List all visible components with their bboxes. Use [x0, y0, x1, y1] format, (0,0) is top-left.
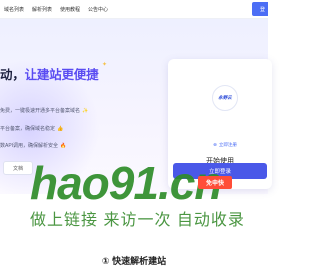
hero-title-highlight: 让建站更便捷: [24, 68, 99, 82]
nav-login-button[interactable]: 登: [252, 2, 268, 16]
watermark-logo: hao91.cn: [30, 157, 222, 209]
fire-icon: 🔥: [60, 143, 67, 149]
feature-item: 数API调用，确保解析安全 🔥: [0, 142, 66, 149]
watermark-slogan: 做上链接 来访一次 自动收录: [30, 212, 245, 229]
user-plus-icon: ⊕: [213, 142, 217, 147]
feature-item: 平台备案，确保域名稳定 👍: [0, 125, 63, 132]
thumbs-up-icon: 👍: [57, 126, 64, 132]
sparkle-icon: ✦: [102, 62, 108, 68]
brand-logo: 永野云: [212, 85, 238, 111]
section-title: ① 快速解析建站: [0, 254, 268, 267]
top-navbar: 域名列表 解析列表 使用教程 公告中心 登: [0, 0, 268, 19]
nav-dns-list[interactable]: 解析列表: [32, 6, 52, 13]
hero-actions: 文档: [0, 161, 33, 175]
register-link[interactable]: ⊕ 立即注册: [204, 140, 246, 150]
feature-item: 免费，一键极速开通多平台备案域名 ✨: [0, 107, 88, 114]
section-title-text: 快速解析建站: [112, 256, 167, 266]
section-number: ①: [101, 256, 110, 266]
feature-text: 数API调用，确保解析安全: [0, 143, 59, 149]
nav-domain-list[interactable]: 域名列表: [4, 6, 24, 13]
sparkles-icon: ✨: [82, 108, 89, 114]
feature-text: 免费，一键极速开通多平台备案域名: [0, 108, 81, 114]
register-label: 立即注册: [218, 142, 237, 147]
nav-announcements[interactable]: 公告中心: [88, 6, 108, 13]
free-badge: 免申快: [198, 176, 232, 189]
feature-text: 平台备案，确保域名稳定: [0, 126, 56, 132]
hero-title: 动，让建站更便捷: [0, 64, 99, 83]
nav-tutorial[interactable]: 使用教程: [60, 6, 80, 13]
watermark-logo-main: hao91: [30, 157, 159, 209]
brand-logo-text: 永野云: [218, 95, 232, 100]
docs-button[interactable]: 文档: [3, 161, 33, 175]
hero-title-prefix: 动，: [0, 68, 25, 82]
